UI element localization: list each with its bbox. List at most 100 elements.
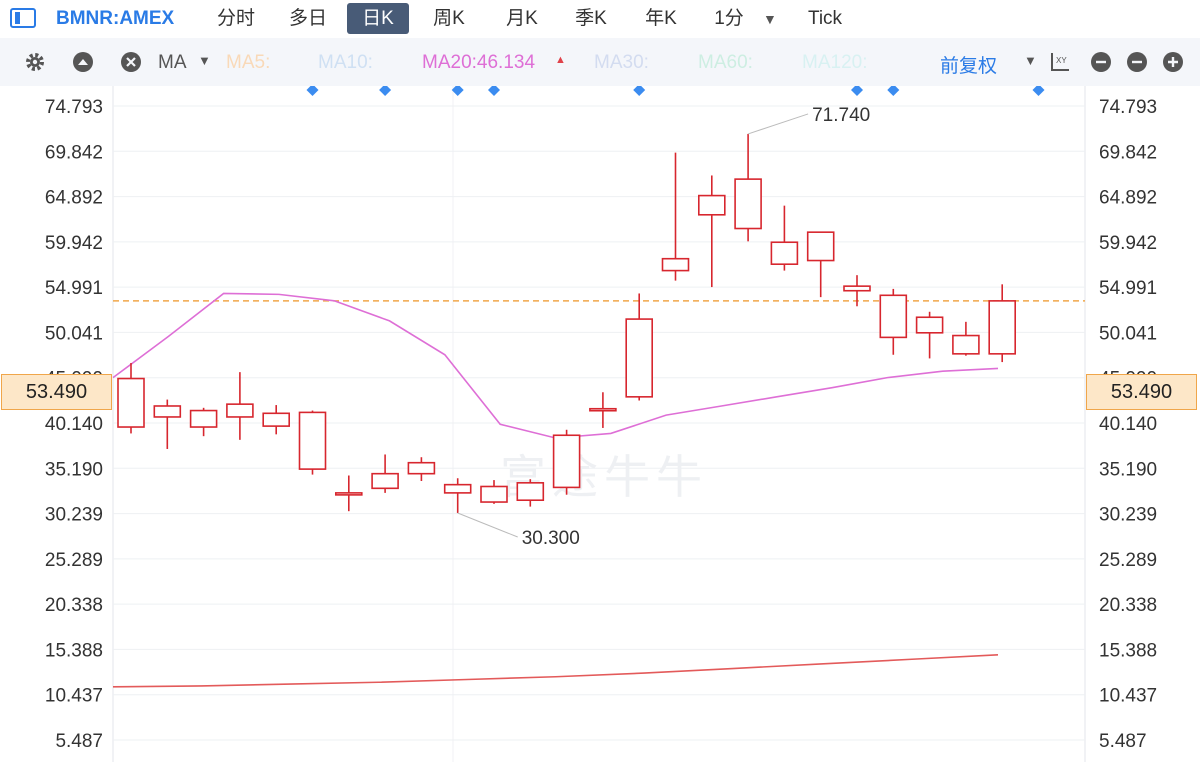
y-tick-label-right: 15.388 <box>1099 640 1157 661</box>
ma10-label: MA10: <box>318 52 373 73</box>
candle-body-up <box>153 405 182 418</box>
svg-text:XY: XY <box>1056 56 1067 65</box>
chevron-down-icon[interactable]: ▼ <box>1024 53 1037 68</box>
ma-signal-marker <box>306 86 319 96</box>
collapse-up-icon[interactable] <box>72 51 94 73</box>
annotation-leader <box>457 512 518 538</box>
candle-body-up <box>298 411 327 470</box>
ma60-label: MA60: <box>698 52 753 73</box>
candle-body-up <box>117 377 145 428</box>
zoom-in-icon[interactable] <box>1162 51 1184 73</box>
kline-chart[interactable]: 富途牛牛 74.793 74.793 69.842 69.842 64.892 64.89… <box>0 86 1200 762</box>
y-tick-label-right: 40.140 <box>1099 414 1157 435</box>
ma-signal-marker <box>1032 86 1045 96</box>
y-tick-label-left: 74.793 <box>45 97 103 118</box>
candle-body-up <box>334 492 363 496</box>
y-tick-label-right: 50.041 <box>1099 323 1157 344</box>
extreme-value-label: 71.740 <box>812 105 870 126</box>
chevron-down-icon[interactable]: ▼ <box>198 53 211 68</box>
candle-body-up <box>516 482 545 502</box>
ma-signal-marker <box>851 86 863 96</box>
current-price-label-right: 53.490 <box>1086 374 1197 410</box>
ma-signal-marker <box>633 86 646 96</box>
y-tick-label-left: 35.190 <box>45 459 103 480</box>
y-tick-label-right: 10.437 <box>1099 686 1157 707</box>
ma-long-line <box>112 654 999 688</box>
price-adjust-selector[interactable]: 前复权 <box>940 51 997 78</box>
y-tick-label-right: 30.239 <box>1099 505 1157 526</box>
candle-body-up <box>625 318 654 398</box>
y-tick-label-left: 25.289 <box>45 550 103 571</box>
candle-body-up <box>988 300 1017 355</box>
y-tick-label-right: 25.289 <box>1099 550 1157 571</box>
y-tick-label-left: 5.487 <box>55 731 103 752</box>
ma5-label: MA5: <box>226 52 271 73</box>
ma-signal-marker <box>488 86 500 96</box>
candle-body-up <box>952 334 980 355</box>
y-tick-label-right: 74.793 <box>1099 97 1157 118</box>
tab-monthly-k[interactable]: 月K <box>494 3 550 34</box>
y-tick-label-right: 54.991 <box>1099 278 1157 299</box>
candle-body-up <box>407 461 436 475</box>
sidebar-toggle-icon[interactable] <box>10 8 36 28</box>
close-icon[interactable] <box>120 51 142 73</box>
y-tick-label-left: 15.388 <box>45 640 103 661</box>
gear-icon[interactable] <box>24 51 46 73</box>
kline-chart-canvas[interactable]: 74.793 74.793 69.842 69.842 64.892 64.892 59.9… <box>0 86 1200 762</box>
candle-body-up <box>262 412 291 427</box>
y-tick-label-right: 5.487 <box>1099 731 1147 752</box>
candle-body-up <box>843 285 871 292</box>
tab-intraday[interactable]: 分时 <box>210 3 262 34</box>
tab-yearly-k[interactable]: 年K <box>633 3 689 34</box>
annotation-leader <box>747 113 809 135</box>
current-price-label-left: 53.490 <box>1 374 112 410</box>
ma20-label: MA20:46.134 <box>422 52 536 73</box>
y-tick-label-right: 69.842 <box>1099 142 1157 163</box>
zoom-out-icon-2[interactable] <box>1126 51 1148 73</box>
y-tick-label-right: 20.338 <box>1099 595 1157 616</box>
y-tick-label-left: 59.942 <box>45 233 103 254</box>
y-tick-label-left: 69.842 <box>45 142 103 163</box>
candle-body-up <box>806 231 835 262</box>
y-tick-label-right: 64.892 <box>1099 188 1157 209</box>
y-tick-label-right: 59.942 <box>1099 233 1157 254</box>
symbol-label[interactable]: BMNR:AMEX <box>56 8 174 30</box>
candle-body-up <box>661 257 690 272</box>
tab-tick[interactable]: Tick <box>801 3 849 34</box>
candle-body-up <box>226 403 254 418</box>
tab-weekly-k[interactable]: 周K <box>421 3 477 34</box>
caret-up-icon: ▲ <box>555 54 566 66</box>
y-tick-label-left: 10.437 <box>45 686 103 707</box>
y-tick-label-right: 35.190 <box>1099 459 1157 480</box>
tab-1-minute[interactable]: 1分 <box>707 3 751 34</box>
y-tick-label-left: 20.338 <box>45 595 103 616</box>
tab-daily-k[interactable]: 日K <box>347 3 409 34</box>
zoom-out-icon[interactable] <box>1090 51 1112 73</box>
y-tick-label-left: 40.140 <box>45 414 103 435</box>
ma30-label: MA30: <box>594 52 649 73</box>
ma-selector[interactable]: MA <box>158 52 187 74</box>
ma120-label: MA120: <box>802 52 868 73</box>
candle-body-up <box>189 409 218 428</box>
ma-signal-marker <box>887 86 900 96</box>
candle-body-up <box>552 434 581 489</box>
tab-quarterly-k[interactable]: 季K <box>563 3 619 34</box>
chevron-down-icon[interactable]: ▼ <box>763 11 777 27</box>
axis-scale-icon[interactable]: XY <box>1049 51 1071 73</box>
extreme-value-label: 30.300 <box>522 528 580 549</box>
tab-multi-day[interactable]: 多日 <box>282 3 334 34</box>
ma-signal-marker <box>379 86 392 96</box>
candle-body-up <box>697 194 726 216</box>
candle-body-up <box>770 241 799 265</box>
y-tick-label-left: 30.239 <box>45 505 103 526</box>
candle-body-up <box>734 178 762 230</box>
indicator-toolbar: MA ▼ MA5: MA10: MA20:46.134 ▲ MA30: MA60… <box>0 38 1200 86</box>
candle-body-up <box>371 472 399 490</box>
y-tick-label-left: 64.892 <box>45 188 103 209</box>
candle-body-up <box>589 407 617 412</box>
candle-body-up <box>879 294 908 339</box>
y-tick-label-left: 54.991 <box>45 278 103 299</box>
candle-body-up <box>480 485 508 503</box>
candle-body-up <box>915 316 944 334</box>
top-bar: BMNR:AMEX 分时 多日 日K 周K 月K 季K 年K 1分 ▼ Tick <box>0 0 1200 39</box>
